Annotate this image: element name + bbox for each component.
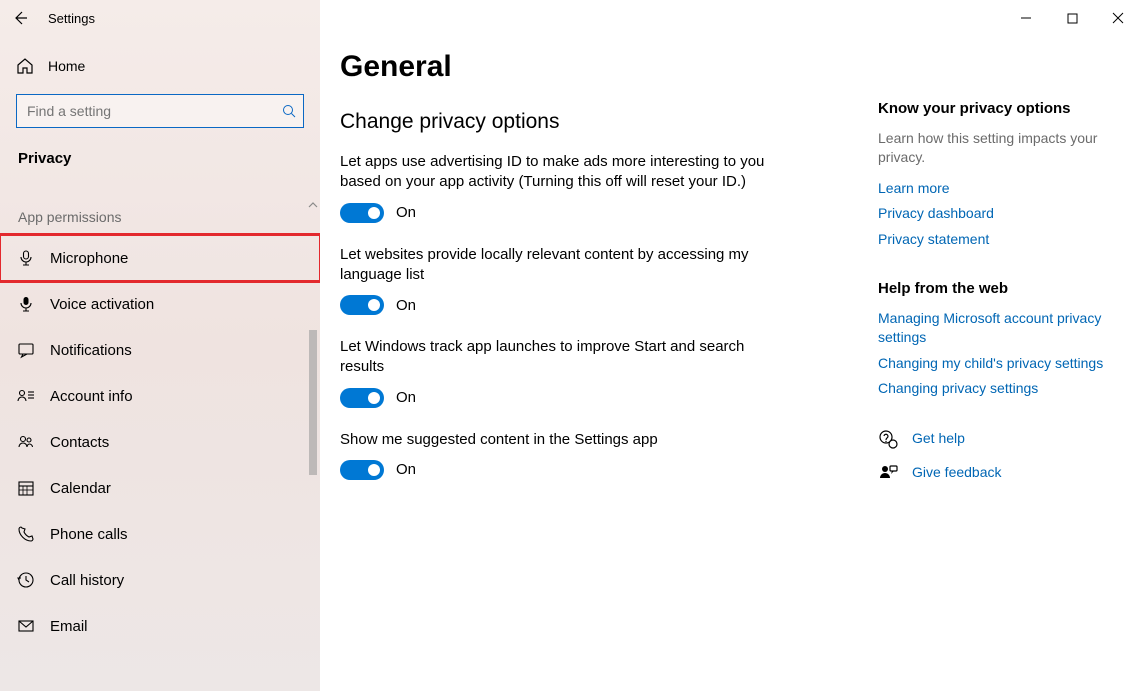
link-learn-more[interactable]: Learn more: [878, 179, 1118, 199]
privacy-options-block: Know your privacy options Learn how this…: [878, 100, 1118, 250]
feedback-icon: [878, 463, 898, 483]
link-privacy-statement[interactable]: Privacy statement: [878, 230, 1118, 250]
scroll-up-icon: [308, 200, 318, 210]
sidebar-item-microphone[interactable]: Microphone: [0, 235, 320, 281]
setting-description: Let apps use advertising ID to make ads …: [340, 152, 780, 193]
home-icon: [16, 57, 34, 75]
minimize-button[interactable]: [1003, 0, 1049, 36]
contacts-icon: [16, 432, 36, 452]
sidebar-item-label: Account info: [50, 388, 133, 405]
search-input[interactable]: [16, 94, 304, 128]
sidebar-item-label: Microphone: [50, 250, 128, 267]
toggle-state: On: [396, 204, 416, 221]
sidebar-item-label: Voice activation: [50, 296, 154, 313]
main-content: General Change privacy options Let apps …: [340, 50, 840, 502]
toggle-state: On: [396, 297, 416, 314]
toggle-suggested-content[interactable]: [340, 460, 384, 480]
maximize-button[interactable]: [1049, 0, 1095, 36]
toggle-state: On: [396, 389, 416, 406]
sidebar-item-account-info[interactable]: Account info: [0, 373, 320, 419]
setting-advertising-id: Let apps use advertising ID to make ads …: [340, 152, 840, 223]
setting-suggested-content: Show me suggested content in the Setting…: [340, 430, 840, 480]
sidebar-item-calendar[interactable]: Calendar: [0, 465, 320, 511]
give-feedback-row[interactable]: Give feedback: [878, 463, 1118, 483]
account-info-icon: [16, 386, 36, 406]
setting-track-launches: Let Windows track app launches to improv…: [340, 337, 840, 408]
sidebar-item-email[interactable]: Email: [0, 603, 320, 649]
link-privacy-dashboard[interactable]: Privacy dashboard: [878, 204, 1118, 224]
help-web-block: Help from the web Managing Microsoft acc…: [878, 280, 1118, 399]
back-button[interactable]: [0, 0, 40, 36]
sidebar-group-label: App permissions: [0, 185, 320, 235]
block-heading: Know your privacy options: [878, 100, 1118, 117]
toggle-track-launches[interactable]: [340, 388, 384, 408]
call-history-icon: [16, 570, 36, 590]
link-child-privacy[interactable]: Changing my child's privacy settings: [878, 354, 1118, 374]
link-changing-privacy[interactable]: Changing privacy settings: [878, 379, 1118, 399]
title-bar: Settings: [0, 0, 1141, 36]
phone-icon: [16, 524, 36, 544]
get-help-link[interactable]: Get help: [912, 429, 965, 449]
window-controls: [1003, 0, 1141, 36]
calendar-icon: [16, 478, 36, 498]
setting-description: Let Windows track app launches to improv…: [340, 337, 780, 378]
home-label: Home: [48, 58, 85, 74]
maximize-icon: [1067, 13, 1078, 24]
voice-icon: [16, 294, 36, 314]
toggle-state: On: [396, 461, 416, 478]
sidebar-item-notifications[interactable]: Notifications: [0, 327, 320, 373]
sidebar-item-phone-calls[interactable]: Phone calls: [0, 511, 320, 557]
sidebar-item-label: Email: [50, 618, 88, 635]
scrollbar-thumb[interactable]: [309, 330, 317, 475]
sidebar-item-label: Notifications: [50, 342, 132, 359]
get-help-icon: [878, 429, 898, 449]
setting-description: Show me suggested content in the Setting…: [340, 430, 780, 450]
setting-description: Let websites provide locally relevant co…: [340, 245, 780, 286]
notifications-icon: [16, 340, 36, 360]
minimize-icon: [1020, 12, 1032, 24]
toggle-language-list[interactable]: [340, 295, 384, 315]
sidebar-item-label: Contacts: [50, 434, 109, 451]
block-text: Learn how this setting impacts your priv…: [878, 129, 1118, 167]
back-arrow-icon: [12, 10, 28, 26]
sidebar-item-call-history[interactable]: Call history: [0, 557, 320, 603]
sidebar-item-voice-activation[interactable]: Voice activation: [0, 281, 320, 327]
sidebar-item-label: Calendar: [50, 480, 111, 497]
sidebar-item-contacts[interactable]: Contacts: [0, 419, 320, 465]
toggle-advertising-id[interactable]: [340, 203, 384, 223]
app-title: Settings: [40, 11, 95, 26]
link-managing-account-privacy[interactable]: Managing Microsoft account privacy setti…: [878, 309, 1118, 348]
close-button[interactable]: [1095, 0, 1141, 36]
get-help-row[interactable]: Get help: [878, 429, 1118, 449]
sidebar-item-label: Call history: [50, 572, 124, 589]
block-heading: Help from the web: [878, 280, 1118, 297]
sidebar-home[interactable]: Home: [0, 44, 320, 88]
give-feedback-link[interactable]: Give feedback: [912, 463, 1002, 483]
sidebar-item-label: Phone calls: [50, 526, 128, 543]
sidebar-section-title: Privacy: [0, 140, 320, 185]
sidebar: Home Privacy App permissions Microphone …: [0, 0, 320, 691]
setting-language-list: Let websites provide locally relevant co…: [340, 245, 840, 316]
close-icon: [1112, 12, 1124, 24]
right-column: Know your privacy options Learn how this…: [878, 100, 1118, 497]
page-subheading: Change privacy options: [340, 110, 840, 134]
page-heading: General: [340, 50, 840, 84]
microphone-icon: [16, 248, 36, 268]
email-icon: [16, 616, 36, 636]
